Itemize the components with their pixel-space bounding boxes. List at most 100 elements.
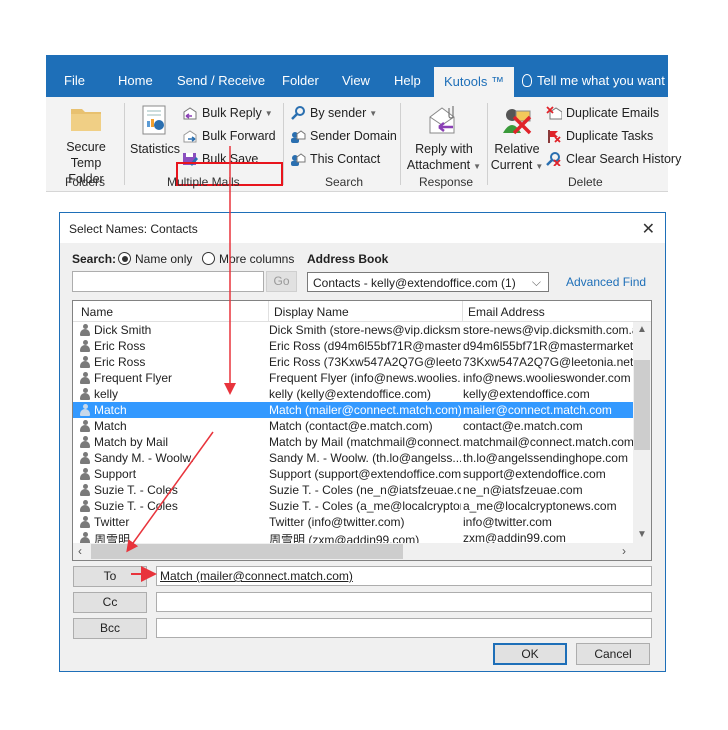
contact-row[interactable]: Dick Smith Dick Smith (store-news@vip.dic…	[73, 322, 634, 338]
reply-with-attachment-button[interactable]: Reply with Attachment ▼	[406, 103, 482, 175]
by-sender-label: By sender	[310, 106, 367, 120]
contact-name: Suzie T. - Coles	[94, 499, 178, 513]
contact-row[interactable]: Match Match (contact@e.match.com) contact@…	[73, 418, 634, 434]
scroll-right-icon[interactable]: ›	[622, 544, 626, 558]
vertical-scrollbar[interactable]: ▲ ▼	[633, 322, 651, 544]
contact-email: mailer@connect.match.com	[463, 403, 612, 417]
column-divider[interactable]	[462, 301, 463, 322]
contact-email: support@extendoffice.com	[463, 467, 606, 481]
contact-display-name: Eric Ross (d94m6l55bf71R@master...	[269, 339, 461, 353]
scroll-left-icon[interactable]: ‹	[78, 544, 82, 558]
this-contact-button[interactable]: This Contact	[290, 152, 380, 166]
to-recipient[interactable]: Match (mailer@connect.match.com)	[160, 569, 353, 583]
contact-row[interactable]: 周雪明 周雪明 (zxm@addin99.com) zxm@addin99.com	[73, 530, 634, 544]
contact-person-icon	[80, 404, 90, 416]
bulk-reply-button[interactable]: Bulk Reply ▼	[182, 106, 273, 120]
contact-row[interactable]: Eric Ross Eric Ross (d94m6l55bf71R@master…	[73, 338, 634, 354]
scrollbar-corner	[633, 543, 651, 560]
contact-email: info@twitter.com	[463, 515, 552, 529]
search-input[interactable]	[72, 271, 264, 292]
bcc-field[interactable]	[156, 618, 652, 638]
tell-me-box[interactable]: Tell me what you want	[522, 73, 665, 88]
column-divider[interactable]	[268, 301, 269, 322]
contact-email: info@news.woolieswonder.com	[463, 371, 631, 385]
radio-name-only[interactable]	[118, 252, 131, 265]
contact-person-icon	[80, 484, 90, 496]
contact-row[interactable]: Eric Ross Eric Ross (73Kxw547A2Q7G@leeton…	[73, 354, 634, 370]
sender-domain-button[interactable]: Sender Domain	[290, 129, 397, 143]
contacts-list[interactable]: Name Display Name Email Address Dick Smi…	[72, 300, 652, 561]
relative-current-button[interactable]: Relative Current ▼	[490, 103, 544, 175]
contact-row[interactable]: kelly kelly (kelly@extendoffice.com) kelly…	[73, 386, 634, 402]
tab-kutools[interactable]: Kutools ™	[434, 67, 514, 97]
contact-row[interactable]: Frequent Flyer Frequent Flyer (info@news.…	[73, 370, 634, 386]
advanced-find-link[interactable]: Advanced Find	[566, 275, 646, 289]
address-book-dropdown[interactable]: Contacts - kelly@extendoffice.com (1) ⌵	[307, 272, 549, 292]
clear-search-history-button[interactable]: Clear Search History	[546, 152, 681, 166]
radio-more-columns[interactable]	[202, 252, 215, 265]
contact-display-name: Match (contact@e.match.com)	[269, 419, 433, 433]
contact-display-name: Support (support@extendoffice.com)	[269, 467, 461, 481]
dropdown-caret-icon: ▼	[473, 162, 482, 171]
column-header-name[interactable]: Name	[81, 305, 113, 319]
scroll-up-icon[interactable]: ▲	[637, 324, 647, 335]
clear-search-history-icon	[546, 152, 561, 166]
cc-field[interactable]	[156, 592, 652, 612]
cc-button[interactable]: Cc	[73, 592, 147, 613]
group-separator	[283, 103, 284, 185]
tab-send-receive[interactable]: Send / Receive	[177, 73, 265, 88]
relative-current-icon	[503, 109, 532, 135]
duplicate-emails-button[interactable]: Duplicate Emails	[546, 106, 659, 120]
to-field[interactable]: Match (mailer@connect.match.com)	[156, 566, 652, 586]
ok-button[interactable]: OK	[493, 643, 567, 665]
cancel-button[interactable]: Cancel	[576, 643, 650, 665]
contact-person-icon	[80, 340, 90, 352]
to-button[interactable]: To	[73, 566, 147, 587]
contact-row[interactable]: Suzie T. - Coles Suzie T. - Coles (a_me@l…	[73, 498, 634, 514]
duplicate-tasks-button[interactable]: Duplicate Tasks	[546, 129, 653, 143]
group-label-delete: Delete	[568, 175, 603, 189]
contact-person-icon	[80, 420, 90, 432]
horizontal-scroll-thumb[interactable]	[91, 544, 403, 559]
contact-name: kelly	[94, 387, 119, 401]
contact-email: 73Kxw547A2Q7G@leetonia.net	[463, 355, 634, 369]
tab-home[interactable]: Home	[118, 73, 153, 88]
bulk-forward-label: Bulk Forward	[202, 129, 276, 143]
duplicate-emails-icon	[546, 106, 562, 120]
reply-attachment-icon	[429, 106, 455, 134]
horizontal-scrollbar[interactable]: ‹ ›	[73, 543, 634, 560]
statistics-icon	[142, 105, 166, 135]
attachment-label: Attachment	[406, 158, 471, 172]
go-button[interactable]: Go	[266, 271, 297, 292]
statistics-button[interactable]: Statistics	[130, 105, 181, 157]
contact-person-icon	[80, 468, 90, 480]
vertical-scroll-thumb[interactable]	[634, 360, 650, 450]
statistics-label: Statistics	[130, 142, 181, 156]
contact-person-icon	[80, 356, 90, 368]
outlook-ribbon: File Home Send / Receive Folder View Hel…	[46, 55, 681, 192]
tab-help[interactable]: Help	[394, 73, 421, 88]
scroll-down-icon[interactable]: ▼	[637, 529, 647, 540]
dialog-title: Select Names: Contacts	[69, 222, 198, 236]
contact-display-name: Frequent Flyer (info@news.woolies...	[269, 371, 461, 385]
bcc-button[interactable]: Bcc	[73, 618, 147, 639]
close-icon[interactable]: ✕	[642, 219, 655, 239]
dropdown-caret-icon: ▼	[535, 162, 544, 171]
column-header-display-name[interactable]: Display Name	[274, 305, 349, 319]
bulk-forward-button[interactable]: Bulk Forward	[182, 129, 276, 143]
tab-folder[interactable]: Folder	[282, 73, 319, 88]
tab-view[interactable]: View	[342, 73, 370, 88]
dropdown-caret-icon: ▼	[369, 108, 378, 118]
contact-row[interactable]: Sandy M. - Woolw. Sandy M. - Woolw. (th.l…	[73, 450, 634, 466]
contact-name: Support	[94, 467, 137, 481]
contact-name: Frequent Flyer	[94, 371, 173, 385]
sender-domain-icon	[291, 130, 306, 143]
by-sender-button[interactable]: By sender ▼	[290, 106, 377, 120]
column-header-email[interactable]: Email Address	[468, 305, 545, 319]
contact-row[interactable]: Suzie T. - Coles Suzie T. - Coles (ne_n@i…	[73, 482, 634, 498]
contact-row[interactable]: Support Support (support@extendoffice.com…	[73, 466, 634, 482]
contact-row[interactable]: Match Match (mailer@connect.match.com) mai…	[73, 402, 634, 418]
contact-row[interactable]: Twitter Twitter (info@twitter.com) info@tw…	[73, 514, 634, 530]
tab-file[interactable]: File	[64, 73, 85, 88]
contact-row[interactable]: Match by Mail Match by Mail (matchmail@co…	[73, 434, 634, 450]
